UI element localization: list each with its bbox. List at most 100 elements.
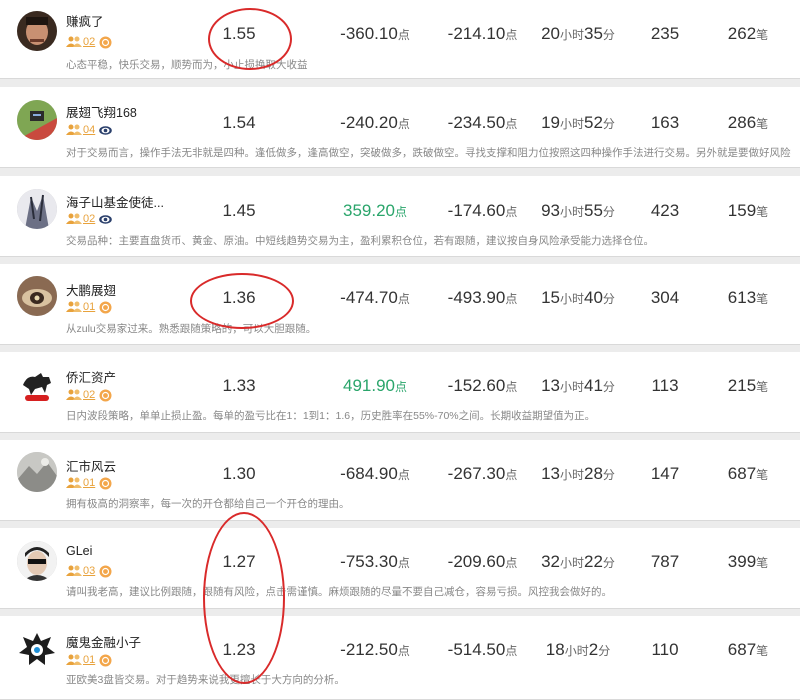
avatar[interactable]	[17, 541, 57, 581]
profit-points: -474.70点	[340, 288, 410, 307]
people-icon	[66, 477, 82, 488]
trader-row[interactable]: 大鹏展翅 01 从zulu交易家过来。熟悉跟随策略的，可以大胆跟随。 1.36 …	[0, 264, 800, 345]
drawdown-points: -174.60点	[447, 201, 518, 220]
ratio-value: 1.33	[222, 376, 256, 395]
badge-group: 02	[66, 388, 112, 402]
trader-description: 拥有极高的洞察率，每一次的开仓都给自己一个开仓的理由。	[66, 498, 350, 510]
avatar[interactable]	[17, 629, 57, 669]
trader-description: 日内波段策略，单单止损止盈。每单的盈亏比在1：1到1：1.6，历史胜率在55%-…	[66, 410, 596, 422]
people-icon	[66, 213, 82, 224]
level-link[interactable]: 01	[83, 301, 95, 313]
ratio-value: 1.45	[222, 201, 256, 220]
ratio-value: 1.27	[222, 552, 256, 571]
trader-row[interactable]: 侨汇资产 02 日内波段策略，单单止损止盈。每单的盈亏比在1：1到1：1.6，历…	[0, 352, 800, 433]
level-link[interactable]: 01	[83, 654, 95, 666]
drawdown-points: -152.60点	[447, 376, 518, 395]
profit-points: -753.30点	[340, 552, 410, 571]
trader-row[interactable]: 魔鬼金融小子 01 亚欧美3盘皆交易。对于趋势来说我更擅长于大方向的分析。 1.…	[0, 616, 800, 700]
trade-count: 613笔	[727, 288, 769, 307]
badge-group: 04	[66, 123, 113, 137]
orange-coin-icon	[99, 654, 112, 666]
trader-row[interactable]: 海子山基金使徒... 02 交易品种：主要直盘货币、黄金、原油。中短线趋势交易为…	[0, 176, 800, 257]
trader-name[interactable]: 大鹏展翅	[66, 280, 116, 299]
trader-row[interactable]: 展翅飞翔168 04 对于交易而言，操作手法无非就是四种。逢低做多，逢高做空，突…	[0, 87, 800, 168]
trader-row[interactable]: 赚疯了 02 心态平稳，快乐交易，顺势而为，小止损换取大收益 1.55 -360…	[0, 0, 800, 79]
eye-icon	[99, 125, 113, 135]
drawdown-points: -234.50点	[447, 113, 518, 132]
trader-description: 请叫我老高，建议比例跟随，跟随有风险，点击需谨慎。麻烦跟随的尽量不要自己减仓，容…	[66, 586, 612, 598]
followers-count: 110	[651, 640, 679, 659]
level-link[interactable]: 02	[83, 389, 95, 401]
trader-name[interactable]: 赚疯了	[66, 11, 104, 30]
level-link[interactable]: 03	[83, 565, 95, 577]
trader-description: 心态平稳，快乐交易，顺势而为，小止损换取大收益	[66, 59, 308, 71]
badge-group: 02	[66, 35, 112, 49]
level-link[interactable]: 01	[83, 477, 95, 489]
level-link[interactable]: 04	[83, 124, 95, 136]
trader-name[interactable]: 海子山基金使徒...	[66, 192, 164, 211]
followers-count: 113	[651, 376, 679, 395]
trader-name[interactable]: GLei	[66, 544, 92, 558]
trade-count: 159笔	[727, 201, 769, 220]
profit-points: -212.50点	[340, 640, 410, 659]
ratio-value: 1.54	[222, 113, 256, 132]
holding-time: 19小时52分	[541, 113, 615, 132]
holding-time: 32小时22分	[541, 552, 615, 571]
badge-group: 01	[66, 300, 112, 314]
badge-group: 01	[66, 653, 112, 667]
trader-name[interactable]: 展翅飞翔168	[66, 102, 137, 121]
followers-count: 304	[650, 288, 680, 307]
profit-points: 359.20点	[342, 201, 407, 220]
holding-time: 18小时2分	[545, 640, 611, 659]
profit-points: -360.10点	[340, 24, 410, 43]
trader-description: 对于交易而言，操作手法无非就是四种。逢低做多，逢高做空，突破做多，跌破做空。寻找…	[66, 147, 791, 159]
badge-group: 02	[66, 212, 113, 226]
holding-time: 20小时35分	[541, 24, 615, 43]
orange-coin-icon	[99, 36, 112, 48]
level-link[interactable]: 02	[83, 213, 95, 225]
orange-coin-icon	[99, 477, 112, 489]
avatar[interactable]	[17, 11, 57, 51]
avatar[interactable]	[17, 452, 57, 492]
avatar[interactable]	[17, 100, 57, 140]
holding-time: 15小时40分	[541, 288, 615, 307]
trade-count: 215笔	[727, 376, 769, 395]
people-icon	[66, 654, 82, 665]
trader-row[interactable]: GLei 03 请叫我老高，建议比例跟随，跟随有风险，点击需谨慎。麻烦跟随的尽量…	[0, 528, 800, 609]
avatar[interactable]	[17, 189, 57, 229]
followers-count: 235	[650, 24, 680, 43]
trade-count: 687笔	[727, 640, 769, 659]
profit-points: -240.20点	[340, 113, 410, 132]
trade-count: 687笔	[727, 464, 769, 483]
ratio-value: 1.55	[222, 24, 256, 43]
orange-coin-icon	[99, 301, 112, 313]
trader-row[interactable]: 汇市风云 01 拥有极高的洞察率，每一次的开仓都给自己一个开仓的理由。 1.30…	[0, 440, 800, 521]
people-icon	[66, 301, 82, 312]
trade-count: 262笔	[727, 24, 769, 43]
people-icon	[66, 36, 82, 47]
followers-count: 163	[650, 113, 680, 132]
ratio-value: 1.36	[222, 288, 256, 307]
holding-time: 13小时28分	[541, 464, 615, 483]
avatar[interactable]	[17, 365, 57, 405]
ratio-value: 1.30	[222, 464, 256, 483]
trader-name[interactable]: 侨汇资产	[66, 367, 116, 386]
drawdown-points: -214.10点	[447, 24, 518, 43]
holding-time: 93小时55分	[541, 201, 615, 220]
ratio-value: 1.23	[222, 640, 256, 659]
level-link[interactable]: 02	[83, 36, 95, 48]
profit-points: -684.90点	[340, 464, 410, 483]
trader-description: 亚欧美3盘皆交易。对于趋势来说我更擅长于大方向的分析。	[66, 674, 345, 686]
profit-points: 491.90点	[342, 376, 407, 395]
drawdown-points: -267.30点	[447, 464, 518, 483]
orange-coin-icon	[99, 565, 112, 577]
trader-name[interactable]: 魔鬼金融小子	[66, 632, 141, 651]
avatar[interactable]	[17, 276, 57, 316]
trade-count: 399笔	[727, 552, 769, 571]
drawdown-points: -209.60点	[447, 552, 518, 571]
trader-description: 交易品种：主要直盘货币、黄金、原油。中短线趋势交易为主，盈利累积仓位，若有跟随，…	[66, 235, 654, 247]
followers-count: 423	[650, 201, 680, 220]
trader-name[interactable]: 汇市风云	[66, 456, 116, 475]
badge-group: 01	[66, 476, 112, 490]
badge-group: 03	[66, 564, 112, 578]
